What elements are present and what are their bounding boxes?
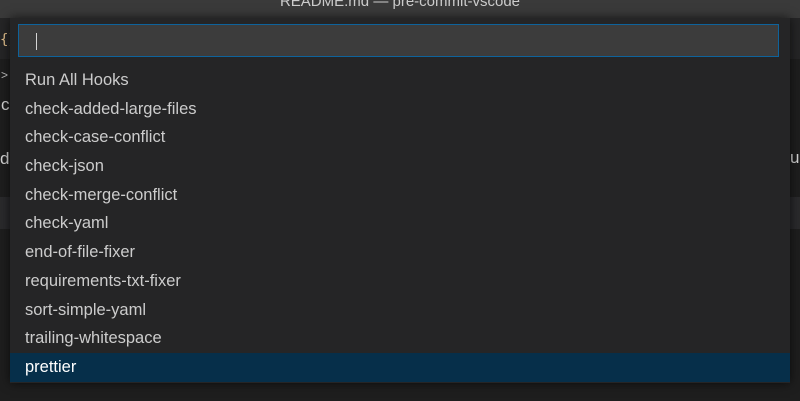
- editor-text-fragment: c: [1, 95, 10, 114]
- quick-pick-item-check-yaml[interactable]: check-yaml: [10, 209, 790, 238]
- quick-pick-item-check-case-conflict[interactable]: check-case-conflict: [10, 123, 790, 152]
- quick-pick-item-run-all-hooks[interactable]: Run All Hooks: [10, 66, 790, 95]
- editor-text-fragment: u: [790, 148, 800, 167]
- window-title: README.md — pre-commit-vscode: [279, 0, 521, 10]
- quick-pick-item-check-added-large-files[interactable]: check-added-large-files: [10, 95, 790, 124]
- quick-pick-item-check-json[interactable]: check-json: [10, 152, 790, 181]
- quick-pick-item-trailing-whitespace[interactable]: trailing-whitespace: [10, 324, 790, 353]
- quick-pick-input-box[interactable]: [18, 24, 779, 57]
- quick-pick-list: Run All Hooks check-added-large-files ch…: [10, 66, 790, 382]
- chevron-right-icon[interactable]: >: [1, 66, 8, 84]
- quick-pick-item-end-of-file-fixer[interactable]: end-of-file-fixer: [10, 238, 790, 267]
- quick-pick-item-requirements-txt-fixer[interactable]: requirements-txt-fixer: [10, 267, 790, 296]
- editor-text-fragment: d: [0, 149, 10, 168]
- title-bar: README.md — pre-commit-vscode: [0, 0, 800, 18]
- quick-pick-input[interactable]: [19, 25, 778, 56]
- quick-pick-item-check-merge-conflict[interactable]: check-merge-conflict: [10, 181, 790, 210]
- quick-pick-item-prettier[interactable]: prettier: [10, 352, 790, 382]
- vscode-window: README.md — pre-commit-vscode {} > c d u…: [0, 0, 800, 401]
- quick-pick-item-sort-simple-yaml[interactable]: sort-simple-yaml: [10, 296, 790, 325]
- text-caret: [36, 33, 37, 50]
- command-quick-pick: Run All Hooks check-added-large-files ch…: [10, 18, 790, 383]
